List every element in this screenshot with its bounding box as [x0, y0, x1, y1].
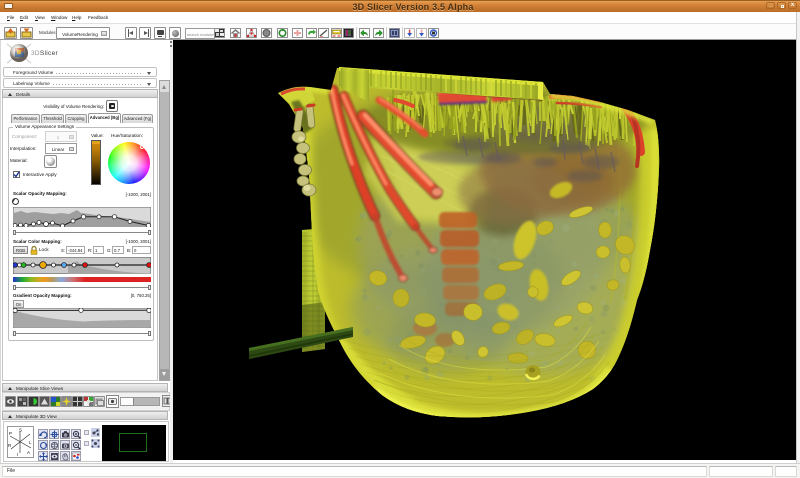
svg-text:R: R	[8, 443, 12, 448]
svg-text:L: L	[29, 440, 32, 445]
svg-text:S: S	[19, 428, 22, 433]
svg-text:A: A	[27, 450, 30, 455]
svg-text:I: I	[17, 452, 18, 457]
svg-text:P: P	[9, 431, 12, 436]
